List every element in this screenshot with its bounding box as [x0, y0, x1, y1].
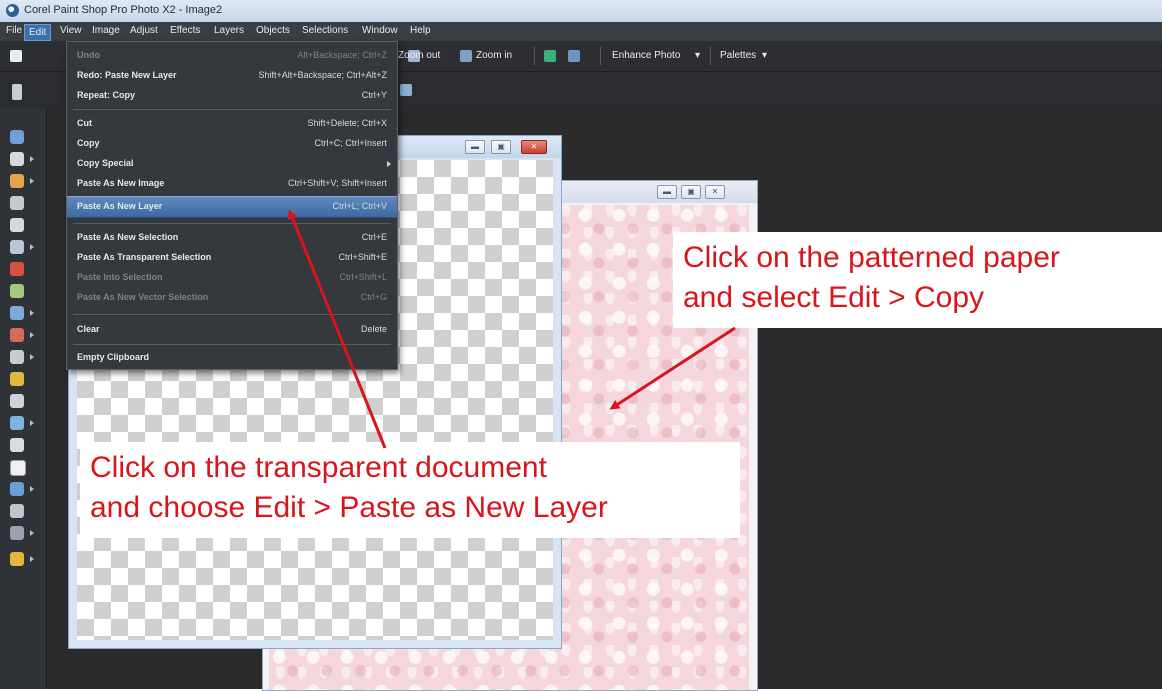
annotation-line: Click on the patterned paper	[683, 241, 1060, 274]
pan-tool-icon[interactable]	[10, 130, 24, 144]
menu-help[interactable]: Help	[410, 25, 431, 36]
zoom-out-button[interactable]: Zoom out	[398, 50, 440, 61]
display-settings-icon[interactable]	[568, 50, 580, 62]
window-title: Corel Paint Shop Pro Photo X2 - Image2	[24, 4, 223, 16]
menu-item-clear[interactable]: Clear Delete	[67, 320, 397, 340]
menu-objects[interactable]: Objects	[256, 25, 290, 36]
warp-brush-icon[interactable]	[10, 504, 24, 518]
menu-item-redo[interactable]: Redo: Paste New Layer Shift+Alt+Backspac…	[67, 66, 397, 86]
menu-item-paste-into-selection[interactable]: Paste Into Selection Ctrl+Shift+L	[67, 268, 397, 288]
palettes-chevron-icon[interactable]: ▾	[762, 50, 767, 61]
red-eye-tool-icon[interactable]	[10, 262, 24, 276]
clone-brush-icon[interactable]	[10, 306, 24, 320]
menu-edit[interactable]: Edit	[24, 24, 52, 41]
toolbar-separator	[534, 47, 535, 65]
enhance-photo-chevron-icon[interactable]: ▾	[695, 50, 700, 61]
menu-view[interactable]: View	[60, 25, 82, 36]
annotation-line: Click on the transparent document	[90, 451, 547, 484]
selection-tool-icon[interactable]	[10, 174, 24, 188]
menu-effects[interactable]: Effects	[170, 25, 200, 36]
new-file-icon[interactable]	[10, 50, 22, 62]
menu-separator	[73, 223, 391, 224]
makeover-tool-icon[interactable]	[10, 284, 24, 298]
menu-item-cut[interactable]: Cut Shift+Delete; Ctrl+X	[67, 114, 397, 134]
menu-item-copy[interactable]: Copy Ctrl+C; Ctrl+Insert	[67, 134, 397, 154]
menu-item-copy-special[interactable]: Copy Special	[67, 154, 397, 174]
tool-preset-icon[interactable]	[12, 84, 22, 100]
paint-brush-icon[interactable]	[10, 328, 24, 342]
menu-layers[interactable]: Layers	[214, 25, 244, 36]
enhance-photo-button[interactable]: Enhance Photo	[612, 50, 680, 61]
menu-separator	[73, 344, 391, 345]
minimize-icon[interactable]: ▬	[465, 140, 485, 154]
straighten-tool-icon[interactable]	[10, 240, 24, 254]
photo-organizer-icon[interactable]	[544, 50, 556, 62]
menu-item-paste-as-transparent-selection[interactable]: Paste As Transparent Selection Ctrl+Shif…	[67, 248, 397, 268]
toolbar-separator	[600, 47, 601, 65]
menu-file[interactable]: File	[6, 25, 22, 36]
menu-item-empty-clipboard[interactable]: Empty Clipboard	[67, 348, 397, 368]
menu-selections[interactable]: Selections	[302, 25, 348, 36]
maximize-icon[interactable]: ▣	[491, 140, 511, 154]
flood-fill-icon[interactable]	[10, 416, 24, 430]
zoom-in-icon[interactable]	[460, 50, 472, 62]
maximize-icon[interactable]: ▣	[681, 185, 701, 199]
menu-image[interactable]: Image	[92, 25, 120, 36]
tools-toolbar	[0, 108, 47, 689]
close-icon[interactable]: ✕	[521, 140, 547, 154]
menu-item-paste-as-new-image[interactable]: Paste As New Image Ctrl+Shift+V; Shift+I…	[67, 174, 397, 194]
pick-tool-icon[interactable]	[10, 152, 24, 166]
menu-separator	[73, 109, 391, 110]
annotation-transparent-document: Click on the transparent document and ch…	[80, 442, 740, 538]
smudge-tool-icon[interactable]	[10, 394, 24, 408]
menu-window[interactable]: Window	[362, 25, 398, 36]
picture-tube-icon[interactable]	[10, 552, 24, 566]
menu-bar: File Edit View Image Adjust Effects Laye…	[0, 22, 1162, 42]
preset-shape-icon[interactable]	[10, 482, 24, 496]
menu-item-undo[interactable]: Undo Alt+Backspace; Ctrl+Z	[67, 46, 397, 66]
window-title-bar: Corel Paint Shop Pro Photo X2 - Image2	[0, 0, 1162, 23]
eraser-tool-icon[interactable]	[10, 350, 24, 364]
minimize-icon[interactable]: ▬	[657, 185, 677, 199]
lighten-darken-icon[interactable]	[10, 372, 24, 386]
annotation-patterned-paper: Click on the patterned paper and select …	[673, 232, 1162, 328]
menu-separator	[73, 314, 391, 315]
option-icon[interactable]	[400, 84, 412, 96]
menu-item-paste-as-new-layer[interactable]: Paste As New Layer Ctrl+L; Ctrl+V	[67, 196, 397, 218]
mesh-warp-icon[interactable]	[10, 526, 24, 540]
menu-item-paste-as-new-selection[interactable]: Paste As New Selection Ctrl+E	[67, 228, 397, 248]
annotation-line: and choose Edit > Paste as New Layer	[90, 491, 608, 524]
dropper-tool-icon[interactable]	[10, 196, 24, 210]
text-tool-icon[interactable]	[10, 460, 26, 476]
zoom-in-button[interactable]: Zoom in	[476, 50, 512, 61]
close-icon[interactable]: ✕	[705, 185, 725, 199]
pen-tool-icon[interactable]	[10, 438, 24, 452]
submenu-arrow-icon	[387, 161, 391, 167]
menu-item-repeat[interactable]: Repeat: Copy Ctrl+Y	[67, 86, 397, 106]
edit-menu-dropdown: Undo Alt+Backspace; Ctrl+Z Redo: Paste N…	[66, 41, 398, 370]
menu-item-paste-as-new-vector-selection[interactable]: Paste As New Vector Selection Ctrl+G	[67, 288, 397, 308]
menu-adjust[interactable]: Adjust	[130, 25, 158, 36]
app-icon	[6, 4, 19, 17]
palettes-button[interactable]: Palettes	[720, 50, 756, 61]
crop-tool-icon[interactable]	[10, 218, 24, 232]
annotation-line: and select Edit > Copy	[683, 281, 985, 314]
toolbar-separator	[710, 47, 711, 65]
